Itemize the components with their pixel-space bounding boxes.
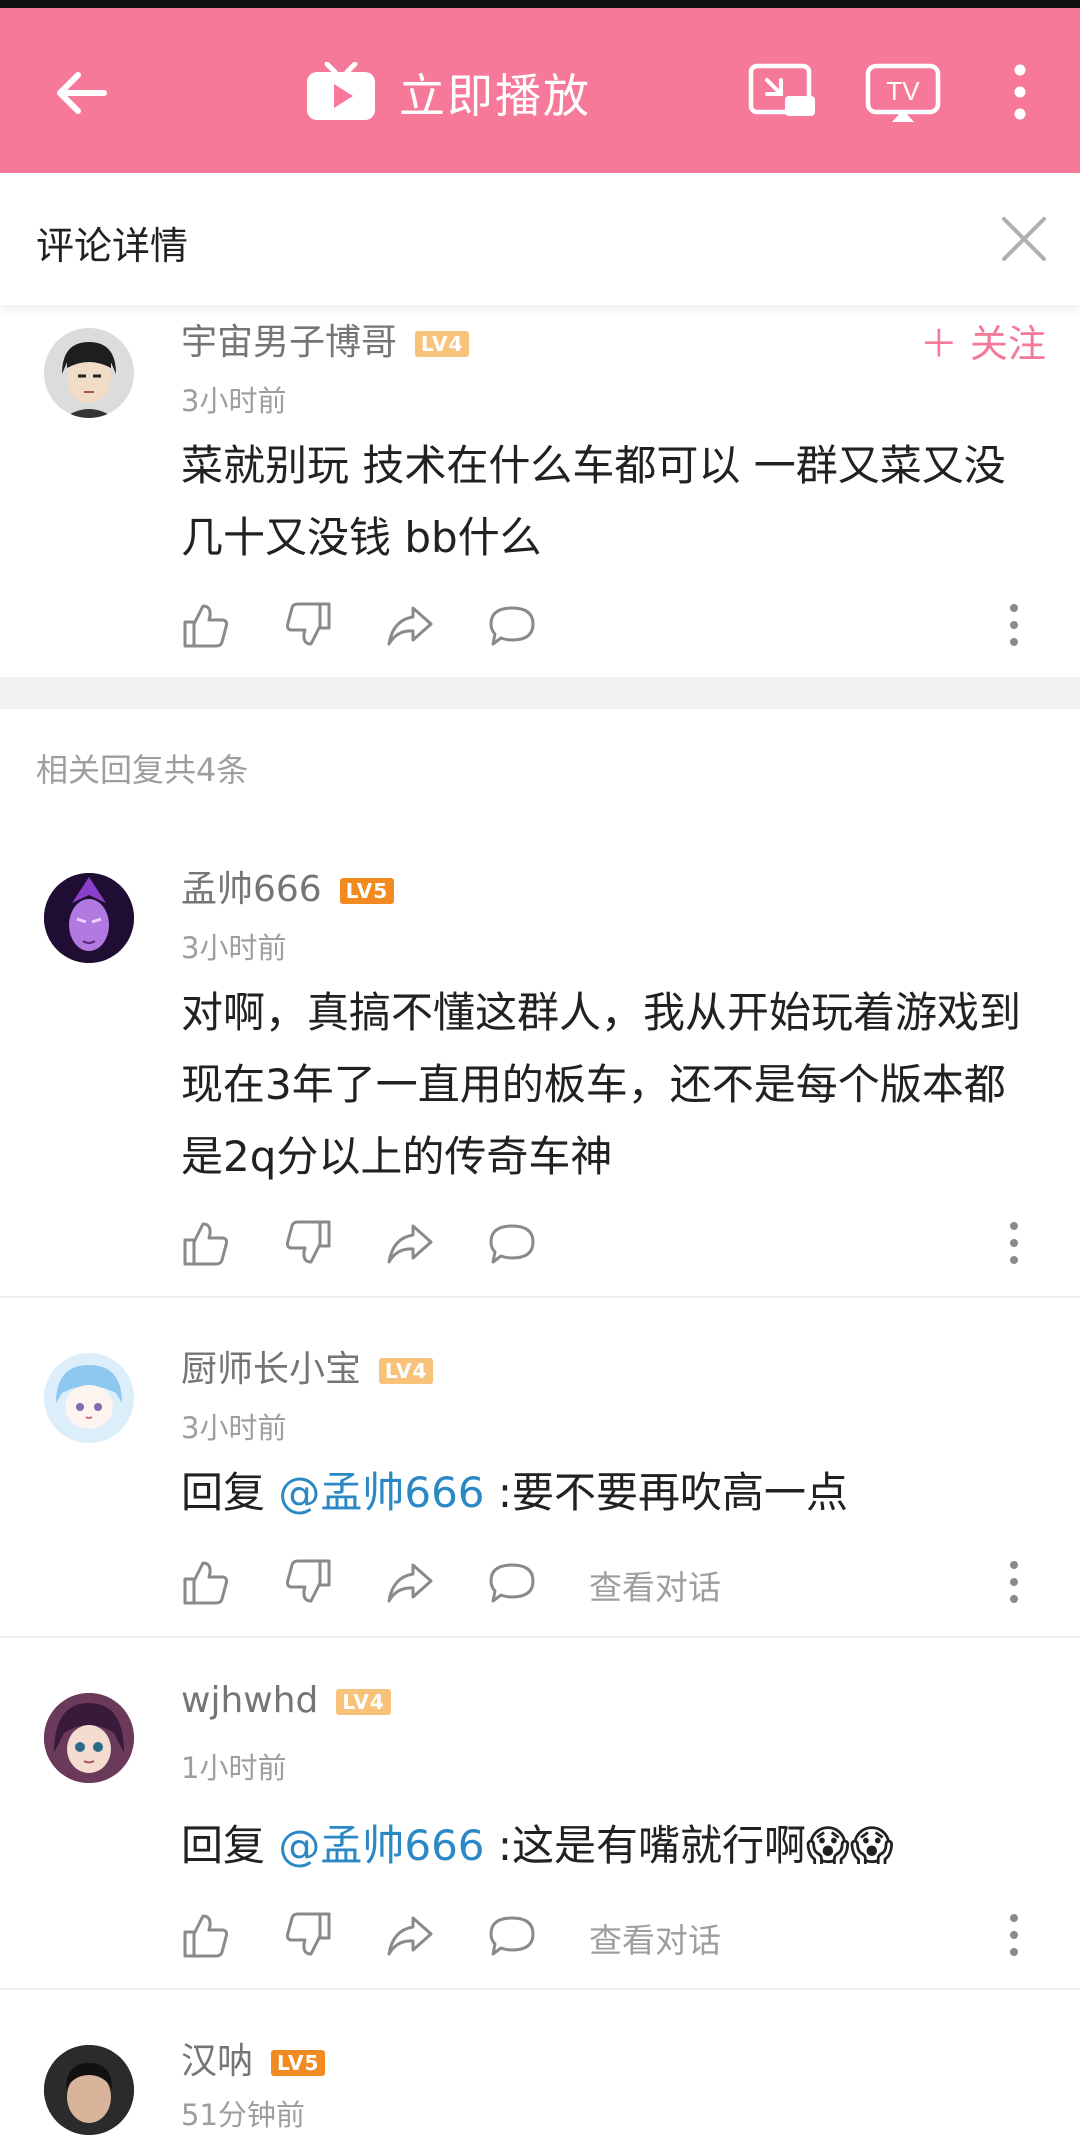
level-badge: LV4 — [415, 331, 470, 357]
avatar[interactable] — [44, 1693, 134, 1783]
status-bar — [0, 0, 1080, 8]
comment-time: 3小时前 — [181, 1411, 287, 1445]
comment-time: 51分钟前 — [181, 2098, 305, 2132]
avatar[interactable] — [44, 1353, 134, 1443]
avatar-illustration — [44, 873, 134, 963]
share-icon[interactable] — [385, 1218, 435, 1268]
section-divider — [0, 677, 1080, 709]
more-options-icon[interactable] — [999, 1910, 1029, 1960]
comment-actions: 查看对话 — [181, 1910, 1041, 1960]
cast-tv-icon[interactable]: TV — [864, 60, 944, 124]
dislike-icon[interactable] — [283, 600, 333, 650]
comment-time: 1小时前 — [181, 1751, 287, 1785]
username-text: 汉呐 — [181, 2041, 254, 2082]
like-icon[interactable] — [181, 1218, 231, 1268]
comment-content: 回复 @孟帅666 :要不要再吹高一点 — [181, 1457, 1041, 1529]
mention-link[interactable]: @孟帅666 — [278, 1468, 484, 1517]
like-icon[interactable] — [181, 1910, 231, 1960]
mention-link[interactable]: @孟帅666 — [278, 1821, 484, 1870]
row-divider — [0, 1636, 1080, 1638]
share-icon[interactable] — [385, 1557, 435, 1607]
level-badge: LV4 — [379, 1358, 434, 1384]
avatar[interactable] — [44, 873, 134, 963]
app-bar: 立即播放 TV — [0, 8, 1080, 173]
avatar-photo — [44, 2045, 134, 2135]
avatar[interactable] — [44, 2045, 134, 2135]
close-icon[interactable] — [998, 213, 1050, 265]
view-conversation-link[interactable]: 查看对话 — [589, 1561, 721, 1609]
comment-detail-header: 评论详情 — [0, 173, 1080, 305]
dislike-icon[interactable] — [283, 1910, 333, 1960]
username-text: 厨师长小宝 — [181, 1349, 362, 1390]
avatar-illustration — [44, 328, 134, 418]
username[interactable]: 宇宙男子博哥 LV4 — [181, 313, 470, 365]
username[interactable]: 汉呐 LV5 — [181, 2032, 326, 2084]
avatar-illustration — [44, 1693, 134, 1783]
picture-in-picture-icon[interactable] — [747, 60, 819, 124]
level-badge: LV5 — [271, 2050, 326, 2076]
avatar[interactable] — [44, 328, 134, 418]
comment-time: 3小时前 — [181, 384, 287, 418]
view-conversation-link[interactable]: 查看对话 — [589, 1914, 721, 1962]
avatar-illustration — [44, 1353, 134, 1443]
tv-play-icon — [307, 62, 375, 120]
row-divider — [0, 1988, 1080, 1990]
username[interactable]: wjhwhd LV4 — [181, 1680, 391, 1721]
comment-time: 3小时前 — [181, 931, 287, 965]
username-text: wjhwhd — [181, 1680, 319, 1721]
level-badge: LV4 — [336, 1689, 391, 1715]
comment-actions: 查看对话 — [181, 1557, 1041, 1607]
dislike-icon[interactable] — [283, 1218, 333, 1268]
reply-bubble-icon[interactable] — [487, 1910, 537, 1960]
follow-button[interactable]: ＋ 关注 — [920, 313, 1046, 368]
username-text: 宇宙男子博哥 — [181, 322, 398, 363]
like-icon[interactable] — [181, 600, 231, 650]
replies-count-label: 相关回复共4条 — [36, 751, 249, 789]
comment-actions — [181, 1218, 1041, 1268]
play-now-label: 立即播放 — [399, 69, 591, 123]
share-icon[interactable] — [385, 1910, 435, 1960]
username-text: 孟帅666 — [181, 869, 322, 910]
username[interactable]: 厨师长小宝 LV4 — [181, 1340, 434, 1392]
comment-content: 对啊，真搞不懂这群人，我从开始玩着游戏到现在3年了一直用的板车，还不是每个版本都… — [181, 988, 1022, 1181]
level-badge: LV5 — [339, 878, 395, 904]
more-options-icon[interactable] — [999, 1218, 1029, 1268]
dislike-icon[interactable] — [283, 1557, 333, 1607]
more-vertical-icon[interactable] — [1000, 60, 1040, 124]
reply-text: :这是有嘴就行啊😱😱 — [484, 1821, 894, 1870]
more-options-icon[interactable] — [999, 1557, 1029, 1607]
reply-bubble-icon[interactable] — [487, 1218, 537, 1268]
reply-bubble-icon[interactable] — [487, 600, 537, 650]
row-divider — [0, 1296, 1080, 1298]
more-options-icon[interactable] — [999, 600, 1029, 650]
comment-actions — [181, 600, 1041, 650]
panel-title: 评论详情 — [36, 224, 189, 268]
reply-prefix: 回复 — [181, 1821, 279, 1870]
username[interactable]: 孟帅666 LV5 — [181, 860, 395, 912]
reply-prefix: 回复 — [181, 1468, 279, 1517]
svg-text:TV: TV — [886, 76, 920, 106]
reply-text: :要不要再吹高一点 — [484, 1468, 849, 1517]
play-now-button[interactable]: 立即播放 — [305, 60, 591, 126]
comment-content: 菜就别玩 技术在什么车都可以 一群又菜又没几十又没钱 bb什么 — [181, 441, 1006, 562]
comment-content: 回复 @孟帅666 :这是有嘴就行啊😱😱 — [181, 1810, 1041, 1882]
reply-bubble-icon[interactable] — [487, 1557, 537, 1607]
back-arrow-icon[interactable] — [52, 63, 112, 123]
like-icon[interactable] — [181, 1557, 231, 1607]
share-icon[interactable] — [385, 600, 435, 650]
